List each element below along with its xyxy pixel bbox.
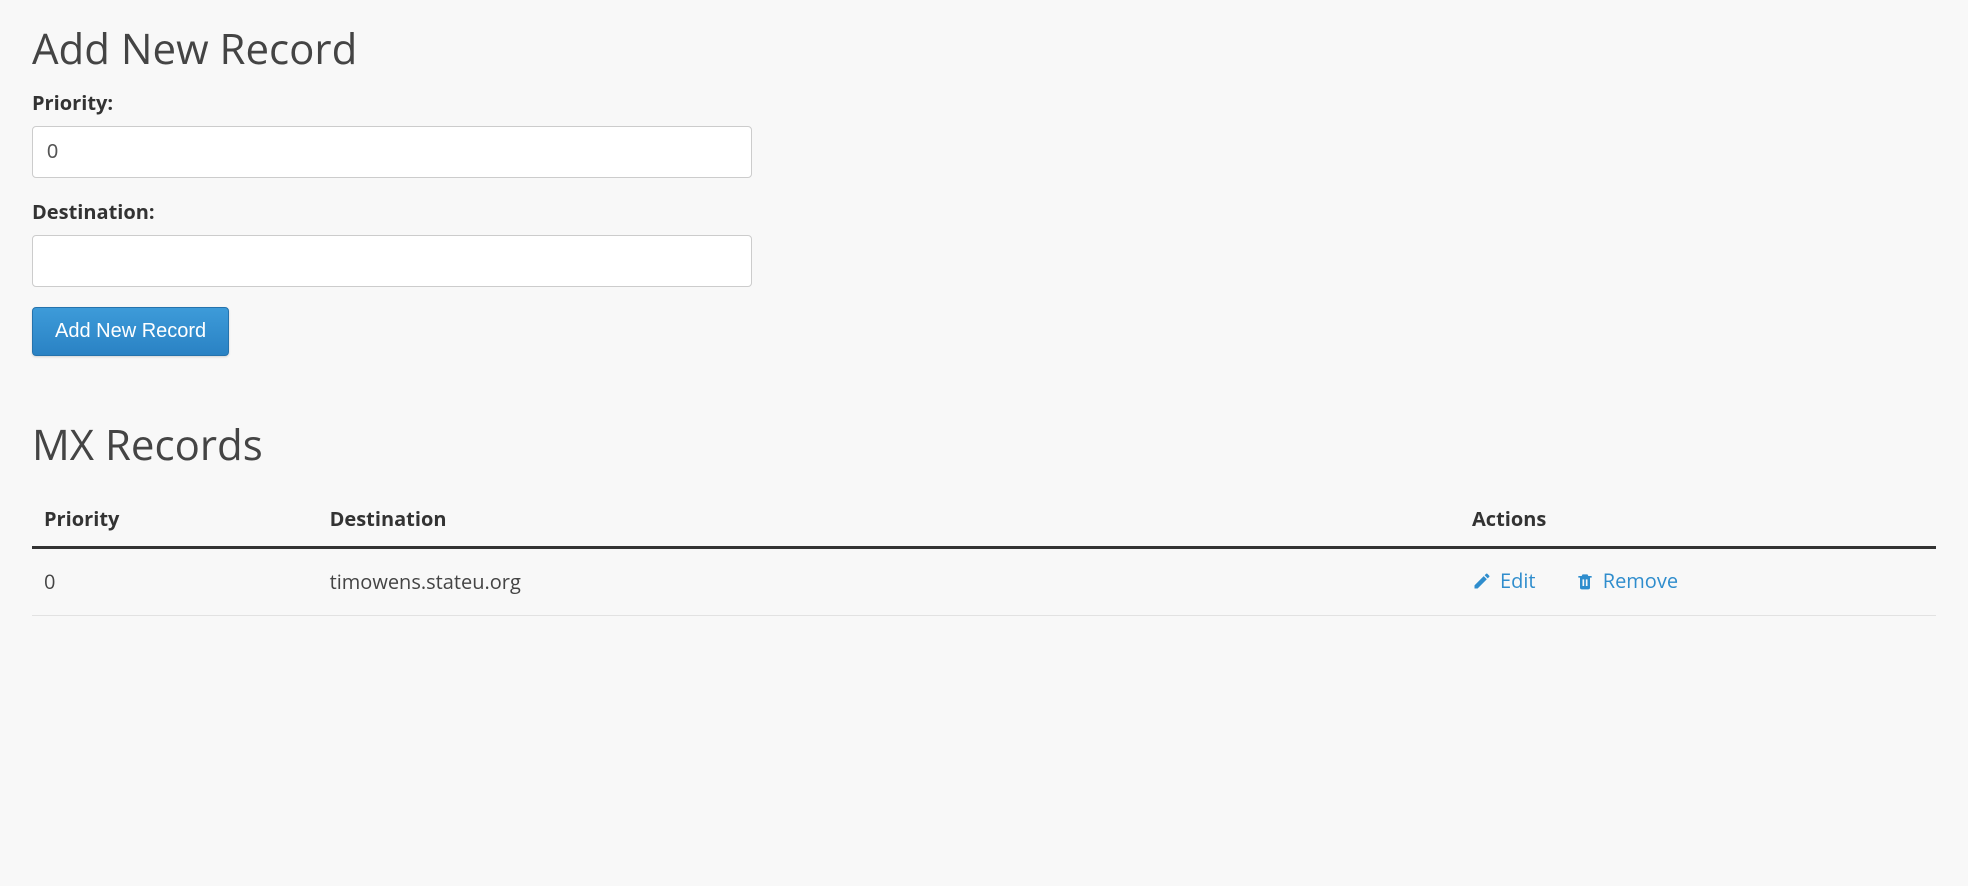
pencil-icon bbox=[1472, 571, 1492, 591]
add-record-button[interactable]: Add New Record bbox=[32, 307, 229, 356]
edit-link-label: Edit bbox=[1500, 567, 1536, 594]
mx-records-heading: MX Records bbox=[32, 416, 1936, 473]
col-header-actions: Actions bbox=[1460, 493, 1936, 548]
cell-actions: Edit Remove bbox=[1460, 548, 1936, 616]
edit-link[interactable]: Edit bbox=[1472, 567, 1536, 594]
remove-link[interactable]: Remove bbox=[1575, 567, 1678, 594]
priority-label: Priority: bbox=[32, 89, 1936, 116]
destination-input[interactable] bbox=[32, 235, 752, 287]
col-header-destination: Destination bbox=[318, 493, 1460, 548]
cell-destination: timowens.stateu.org bbox=[318, 548, 1460, 616]
remove-link-label: Remove bbox=[1603, 567, 1678, 594]
priority-input[interactable] bbox=[32, 126, 752, 178]
col-header-priority: Priority bbox=[32, 493, 318, 548]
destination-label: Destination: bbox=[32, 198, 1936, 225]
priority-field-group: Priority: bbox=[32, 89, 1936, 178]
mx-records-table: Priority Destination Actions 0 timowens.… bbox=[32, 493, 1936, 616]
cell-priority: 0 bbox=[32, 548, 318, 616]
trash-icon bbox=[1575, 571, 1595, 591]
destination-field-group: Destination: bbox=[32, 198, 1936, 287]
add-record-heading: Add New Record bbox=[32, 20, 1936, 77]
table-row: 0 timowens.stateu.org Edit Remove bbox=[32, 548, 1936, 616]
